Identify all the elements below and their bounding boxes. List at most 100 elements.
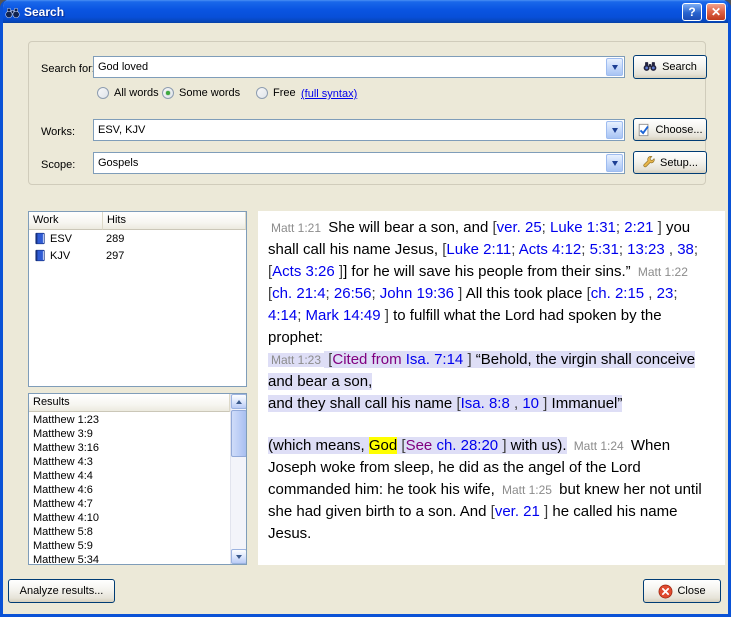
verse-ref-link[interactable]: Isa. 8:8 xyxy=(461,395,510,412)
triangle-up-icon xyxy=(236,400,242,404)
verse-ref-link[interactable]: ch. 28:20 xyxy=(436,437,498,454)
table-row-esv[interactable]: ESV 289 xyxy=(29,230,246,247)
verse-ref-link[interactable]: ch. 2:15 xyxy=(591,285,644,302)
list-item[interactable]: Matthew 4:3 xyxy=(29,455,230,469)
works-hits-table: Work Hits ESV 289 KJV xyxy=(28,211,247,387)
binoculars-icon xyxy=(643,61,658,73)
verse-ref-link[interactable]: 2:21 xyxy=(624,219,653,236)
list-item[interactable]: Matthew 3:9 xyxy=(29,427,230,441)
work-name: KJV xyxy=(50,250,70,262)
list-item[interactable]: Matthew 4:7 xyxy=(29,497,230,511)
verse-ref-link[interactable]: John 19:36 xyxy=(380,285,454,302)
list-item[interactable]: Matthew 5:9 xyxy=(29,539,230,553)
work-hits: 289 xyxy=(103,233,124,245)
title-bar[interactable]: Search ? ✕ xyxy=(0,0,731,23)
preview-text: Cited from xyxy=(332,351,405,368)
dialog-content: Search for: God loved Search All words S… xyxy=(3,23,728,614)
list-item[interactable]: Matthew 4:4 xyxy=(29,469,230,483)
scope-combobox-value[interactable]: Gospels xyxy=(94,157,605,169)
chevron-down-icon xyxy=(612,128,618,133)
list-item[interactable]: Matthew 5:34 xyxy=(29,553,230,564)
verse-number: Matt 1:25 xyxy=(499,483,555,497)
works-combo-dropdown-button[interactable] xyxy=(606,121,623,139)
book-icon xyxy=(33,232,46,245)
verse-ref-link[interactable]: 5:31 xyxy=(590,241,619,258)
list-item[interactable]: Matthew 1:23 xyxy=(29,413,230,427)
page-title: Search xyxy=(24,5,678,19)
radio-circle-icon xyxy=(256,87,268,99)
preview-paragraph: Matt 1:23 [Cited from Isa. 7:14 ] “Behol… xyxy=(268,349,715,393)
results-list: Results Matthew 1:23 Matthew 3:9 Matthew… xyxy=(28,393,247,565)
analyze-results-button[interactable]: Analyze results... xyxy=(8,579,115,603)
binoculars-icon xyxy=(5,6,20,18)
radio-free-label: Free xyxy=(273,87,296,99)
verse-ref-link[interactable]: 38 xyxy=(677,241,694,258)
verse-ref-link[interactable]: ch. 21:4 xyxy=(272,285,325,302)
radio-all-words[interactable]: All words xyxy=(97,87,159,99)
preview-paragraph: (which means, God [See ch. 28:20 ] with … xyxy=(268,435,715,545)
verse-ref-link[interactable]: Acts 3:26 xyxy=(272,263,335,280)
preview-text: ; xyxy=(581,241,589,258)
full-syntax-link[interactable]: (full syntax) xyxy=(301,88,357,100)
choose-works-button-label: Choose... xyxy=(655,124,702,136)
search-button[interactable]: Search xyxy=(633,55,707,79)
verse-ref-link[interactable]: 23 xyxy=(657,285,674,302)
verse-number: Matt 1:23 xyxy=(268,353,324,367)
preview-pane[interactable]: Matt 1:21 She will bear a son, and [ver.… xyxy=(258,211,725,565)
scroll-down-button[interactable] xyxy=(231,549,247,564)
preview-text: (which means, xyxy=(268,437,369,454)
verse-ref-link[interactable]: 10 xyxy=(522,395,539,412)
scroll-up-button[interactable] xyxy=(231,394,247,409)
verse-ref-link[interactable]: 13:23 xyxy=(627,241,665,258)
verse-ref-link[interactable]: 26:56 xyxy=(334,285,372,302)
preview-text: ; xyxy=(511,241,519,258)
list-item[interactable]: Matthew 5:8 xyxy=(29,525,230,539)
scope-combo-dropdown-button[interactable] xyxy=(606,154,623,172)
search-input-value[interactable]: God loved xyxy=(94,61,605,73)
verse-number: Matt 1:22 xyxy=(635,265,691,279)
search-combo-dropdown-button[interactable] xyxy=(606,58,623,76)
work-column-header[interactable]: Work xyxy=(29,212,103,230)
list-item[interactable]: Matthew 3:16 xyxy=(29,441,230,455)
help-button[interactable]: ? xyxy=(682,3,702,21)
verse-ref-link[interactable]: Mark 14:49 xyxy=(306,307,381,324)
work-name: ESV xyxy=(50,233,72,245)
scope-setup-button[interactable]: Setup... xyxy=(633,151,707,174)
window-close-button[interactable]: ✕ xyxy=(706,3,726,21)
table-row-kjv[interactable]: KJV 297 xyxy=(29,247,246,264)
list-item[interactable]: Matthew 4:10 xyxy=(29,511,230,525)
results-items: Matthew 1:23 Matthew 3:9 Matthew 3:16 Ma… xyxy=(29,413,230,564)
search-options-group: Search for: God loved Search All words S… xyxy=(28,41,706,185)
preview-text: ] xyxy=(381,307,389,324)
results-column-header[interactable]: Results xyxy=(29,394,230,412)
radio-some-words[interactable]: Some words xyxy=(162,87,240,99)
scope-combobox[interactable]: Gospels xyxy=(93,152,625,174)
works-combobox[interactable]: ESV, KJV xyxy=(93,119,625,141)
close-button[interactable]: Close xyxy=(643,579,721,603)
verse-ref-link[interactable]: Acts 4:12 xyxy=(519,241,582,258)
preview-text: , xyxy=(665,241,678,258)
list-item[interactable]: Matthew 4:6 xyxy=(29,483,230,497)
search-dialog-window: Search ? ✕ Search for: God loved Search … xyxy=(0,0,731,617)
verse-ref-link[interactable]: Luke 2:11 xyxy=(446,241,511,258)
works-combobox-value[interactable]: ESV, KJV xyxy=(94,124,605,136)
verse-ref-link[interactable]: ver. 25 xyxy=(497,219,542,236)
search-for-label: Search for: xyxy=(41,63,95,75)
verse-number: Matt 1:21 xyxy=(268,221,324,235)
verse-ref-link[interactable]: Luke 1:31 xyxy=(550,219,616,236)
radio-free[interactable]: Free xyxy=(256,87,296,99)
works-label: Works: xyxy=(41,126,75,138)
preview-text: All this took place xyxy=(462,285,586,302)
choose-works-button[interactable]: Choose... xyxy=(633,118,707,141)
radio-some-words-label: Some words xyxy=(179,87,240,99)
hits-column-header[interactable]: Hits xyxy=(103,212,246,230)
verse-ref-link[interactable]: ver. 21 xyxy=(495,503,540,520)
search-input-combobox[interactable]: God loved xyxy=(93,56,625,78)
triangle-down-icon xyxy=(236,555,242,559)
red-circle-x-icon xyxy=(658,584,673,599)
results-scrollbar[interactable] xyxy=(230,394,246,564)
verse-ref-link[interactable]: Isa. 7:14 xyxy=(406,351,464,368)
verse-ref-link[interactable]: 4:14 xyxy=(268,307,297,324)
scrollbar-thumb[interactable] xyxy=(231,410,247,457)
preview-text: and they shall call his name xyxy=(268,395,456,412)
